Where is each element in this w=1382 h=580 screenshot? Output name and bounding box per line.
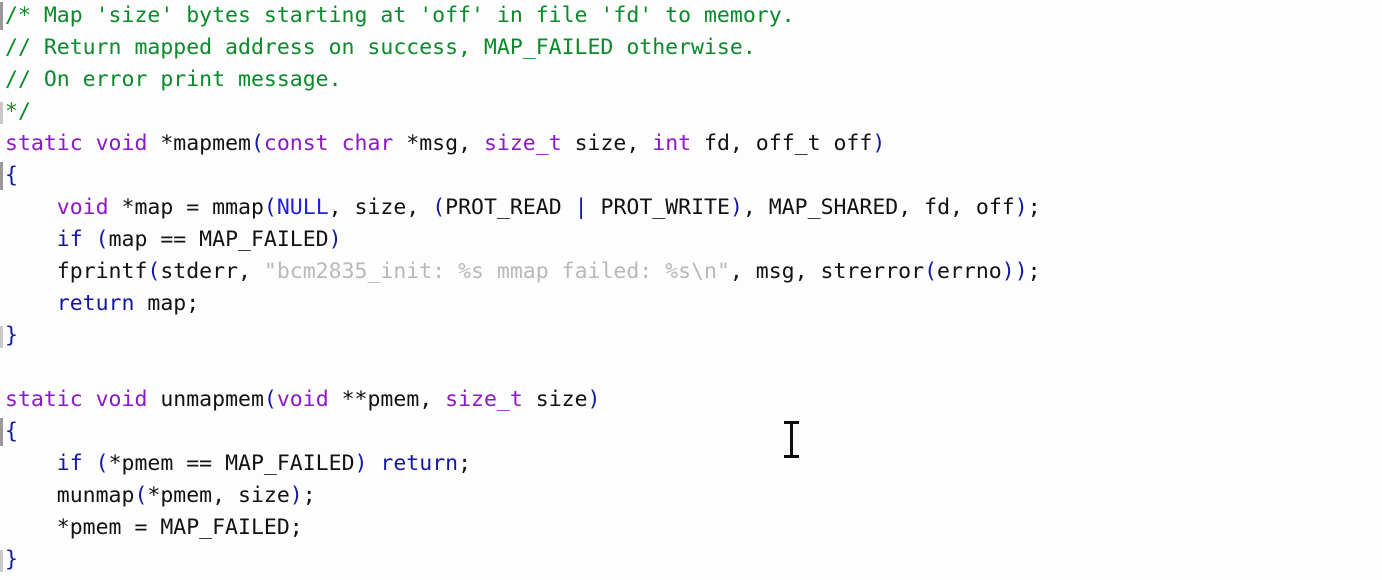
- code-token-plain: munmap: [5, 483, 135, 508]
- code-token-plain: *pmem == MAP_FAILED: [108, 451, 355, 476]
- code-token-ctrl: if: [56, 227, 83, 252]
- code-token-plain: ;: [1027, 259, 1041, 284]
- code-token-punct: ): [729, 195, 743, 220]
- code-token-punct: (: [263, 387, 277, 412]
- code-text-area[interactable]: /* Map 'size' bytes starting at 'off' in…: [0, 0, 1382, 576]
- code-editor-viewport[interactable]: /* Map 'size' bytes starting at 'off' in…: [0, 0, 1382, 580]
- code-token-keyword: void: [56, 195, 122, 220]
- code-line[interactable]: static void unmapmem(void **pmem, size_t…: [0, 384, 1382, 416]
- code-token-const: NULL: [276, 195, 329, 220]
- code-token-plain: size,: [574, 131, 653, 156]
- code-token-plain: *msg,: [406, 131, 484, 156]
- code-token-punct: (: [95, 227, 109, 252]
- code-token-keyword: void: [276, 387, 342, 412]
- code-token-keyword: size_t: [483, 131, 575, 156]
- code-line[interactable]: // Return mapped address on success, MAP…: [0, 32, 1382, 64]
- code-token-keyword: static void: [5, 387, 161, 412]
- code-token-plain: *pmem, size: [147, 483, 290, 508]
- code-line[interactable]: // On error print message.: [0, 64, 1382, 96]
- code-token-punct: (: [924, 259, 938, 284]
- code-token-plain: fd, off_t off: [704, 131, 873, 156]
- code-token-ctrl: return: [56, 291, 135, 316]
- code-token-punct: (: [147, 259, 161, 284]
- code-token-punct: (: [134, 483, 148, 508]
- code-token-plain: size: [535, 387, 588, 412]
- code-token-comment: // On error print message.: [5, 67, 342, 92]
- code-line[interactable]: {: [0, 160, 1382, 192]
- code-token-ctrl: return: [380, 451, 459, 476]
- code-token-punct: (: [432, 195, 446, 220]
- code-token-keyword: const char: [263, 131, 407, 156]
- code-token-punct: ): [587, 387, 601, 412]
- code-line[interactable]: fprintf(stderr, "bcm2835_init: %s mmap f…: [0, 256, 1382, 288]
- code-line[interactable]: if (*pmem == MAP_FAILED) return;: [0, 448, 1382, 480]
- code-token-ctrl: }: [5, 547, 18, 572]
- code-token-plain: errno: [937, 259, 1002, 284]
- code-token-punct: ): [1014, 195, 1028, 220]
- code-token-punct: (: [250, 131, 264, 156]
- code-token-ctrl: {: [5, 163, 18, 188]
- code-line[interactable]: {: [0, 416, 1382, 448]
- code-token-plain: , size,: [328, 195, 433, 220]
- code-token-plain: ;: [1027, 195, 1041, 220]
- code-token-punct: )): [1001, 259, 1028, 284]
- code-token-plain: *pmem = MAP_FAILED;: [5, 515, 303, 540]
- code-token-punct: ): [328, 227, 342, 252]
- code-token-plain: *map = mmap: [121, 195, 264, 220]
- code-token-ctrl: {: [5, 419, 18, 444]
- code-token-keyword: int: [652, 131, 705, 156]
- code-line[interactable]: munmap(*pmem, size);: [0, 480, 1382, 512]
- code-token-plain: PROT_READ: [445, 195, 575, 220]
- code-token-ctrl: if: [56, 451, 83, 476]
- code-line[interactable]: if (map == MAP_FAILED): [0, 224, 1382, 256]
- code-token-plain: map;: [134, 291, 200, 316]
- code-token-punct: ): [289, 483, 303, 508]
- code-token-plain: ;: [458, 451, 472, 476]
- code-token-punct: ): [354, 451, 381, 476]
- code-token-punct: |: [574, 195, 588, 220]
- code-token-punct: (: [95, 451, 109, 476]
- code-token-plain: ;: [302, 483, 316, 508]
- code-token-plain: map == MAP_FAILED: [108, 227, 329, 252]
- code-line[interactable]: void *map = mmap(NULL, size, (PROT_READ …: [0, 192, 1382, 224]
- code-token-punct: (: [263, 195, 277, 220]
- code-token-keyword: static void: [5, 131, 161, 156]
- code-line[interactable]: }: [0, 320, 1382, 352]
- code-line[interactable]: static void *mapmem(const char *msg, siz…: [0, 128, 1382, 160]
- code-line[interactable]: *pmem = MAP_FAILED;: [0, 512, 1382, 544]
- code-token-plain: stderr,: [160, 259, 264, 284]
- code-token-plain: , MAP_SHARED, fd, off: [742, 195, 1015, 220]
- code-line[interactable]: return map;: [0, 288, 1382, 320]
- code-token-comment: /* Map 'size' bytes starting at 'off' in…: [5, 3, 795, 28]
- code-token-plain: **pmem,: [341, 387, 446, 412]
- code-line[interactable]: }: [0, 544, 1382, 576]
- code-line[interactable]: */: [0, 96, 1382, 128]
- code-token-plain: *mapmem: [160, 131, 251, 156]
- code-token-comment: // Return mapped address on success, MAP…: [5, 35, 756, 60]
- code-token-ctrl: }: [5, 323, 18, 348]
- code-line[interactable]: [0, 352, 1382, 384]
- code-token-string: "bcm2835_init: %s mmap failed: %s\n": [263, 259, 730, 284]
- code-token-plain: , msg, strerror: [729, 259, 925, 284]
- code-token-plain: unmapmem: [160, 387, 264, 412]
- code-token-punct: ): [872, 131, 886, 156]
- code-token-plain: PROT_WRITE: [587, 195, 730, 220]
- code-token-keyword: size_t: [445, 387, 536, 412]
- code-line[interactable]: /* Map 'size' bytes starting at 'off' in…: [0, 0, 1382, 32]
- code-token-plain: fprintf: [5, 259, 148, 284]
- code-token-comment: */: [5, 99, 31, 124]
